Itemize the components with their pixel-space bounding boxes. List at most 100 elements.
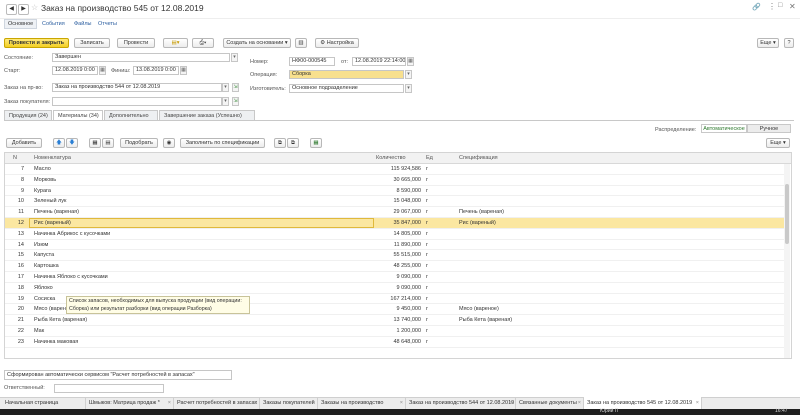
close-tab-icon[interactable]: × [312,397,315,409]
document-actions-button[interactable]: ▤▾ [163,38,188,48]
help-button[interactable]: ? [784,38,794,48]
operation-dropdown-icon[interactable]: ▾ [405,70,412,79]
number-field[interactable]: НФ00-000545 [289,57,335,66]
header-specification[interactable]: Спецификация [459,153,498,163]
production-order-open-icon[interactable]: ⇲ [232,83,239,92]
favorite-star-icon[interactable]: ☆ [31,3,38,12]
header-n[interactable]: N [13,153,17,163]
table-row[interactable]: 9 Курага 8 590,000 г [5,186,789,197]
table-row[interactable]: 16 Картошка 48 255,000 г [5,261,789,272]
forward-icon[interactable]: ▶ [18,4,29,15]
table-row[interactable]: 13 Начинка Абрикос с кусочками 14 805,000 г [5,229,789,240]
close-tab-icon[interactable]: × [400,397,403,409]
close-tab-icon[interactable]: × [696,397,699,409]
paste-button[interactable]: ⧉ [287,138,299,148]
production-order-field[interactable]: Заказ на производство 544 от 12.08.2019 [52,83,222,92]
nav-tab-files[interactable]: Файлы [74,21,91,27]
taskbar-tab[interactable]: Начальная страница [2,397,86,409]
tab-materials[interactable]: Материалы (34) [53,110,103,120]
table-scrollbar[interactable] [784,164,790,358]
from-calendar-icon[interactable]: ▦ [407,57,414,66]
table-row[interactable]: 21 Рыба Кета (вареная) 13 740,000 г Рыба Кет… [5,315,789,326]
pick-button[interactable]: Подобрать [120,138,158,148]
table-row[interactable]: 10 Зеленый лук 15 048,000 г [5,196,789,208]
taskbar-tab[interactable]: Заказы покупателей × [260,397,318,409]
view-button[interactable]: ◉ [163,138,175,148]
distribution-manual-toggle[interactable]: Ручное [747,124,791,133]
post-button[interactable]: Провести [117,38,155,48]
nav-tab-events[interactable]: События [42,21,65,27]
row-nomenclature: Курага [34,187,51,194]
tab-completion[interactable]: Завершение заказа (Успешно) [159,110,255,120]
move-up-button[interactable]: 🡅 [53,138,65,148]
close-icon[interactable]: ✕ [789,2,796,11]
table-row[interactable]: 7 Масло 115 924,586 г [5,164,789,175]
buyer-order-dropdown-icon[interactable]: ▾ [222,97,229,106]
report-button[interactable]: ▥ [295,38,307,48]
table-settings-button[interactable]: ▤ [102,138,114,148]
buyer-order-field[interactable] [52,97,222,106]
taskbar-tab[interactable]: Связанные документы × [516,397,584,409]
maker-dropdown-icon[interactable]: ▾ [405,84,412,93]
table-row[interactable]: 22 Мак 1 200,000 г [5,326,789,337]
settings-button[interactable]: ⚙ Настройка [315,38,359,48]
from-date-field[interactable]: 12.08.2019 22:14:00 [352,57,406,66]
nav-tab-reports[interactable]: Отчеты [98,21,117,27]
nav-tab-main[interactable]: Основное [4,19,38,29]
start-date-field[interactable]: 12.08.2019 0:00 [52,66,98,75]
table-more-button[interactable]: Еще ▾ [766,138,790,148]
comment-field[interactable]: Сформирован автоматически сервисом "Расч… [4,370,232,380]
eye-icon: ◉ [166,140,172,146]
table-row[interactable]: 15 Капуста 55 515,000 г [5,250,789,262]
taskbar-tab[interactable]: Заказы на производство × [318,397,406,409]
maker-field[interactable]: Основное подразделение [289,84,404,93]
post-and-close-button[interactable]: Провести и закрыть [4,38,69,48]
state-dropdown-icon[interactable]: ▾ [231,53,238,62]
close-tab-icon[interactable]: × [168,397,171,409]
close-tab-icon[interactable]: × [510,397,513,409]
operation-field[interactable]: Сборка [289,70,404,79]
taskbar-tab[interactable]: Расчет потребностей в запасах × [174,397,260,409]
scrollbar-thumb[interactable] [785,184,789,244]
close-tab-icon[interactable]: × [254,397,257,409]
finish-calendar-icon[interactable]: ▦ [180,66,187,75]
tab-additional[interactable]: Дополнительно [104,110,158,120]
distribution-auto-toggle[interactable]: Автоматическое [701,124,747,133]
start-calendar-icon[interactable]: ▦ [99,66,106,75]
table-row[interactable]: 11 Печень (вареная) 29 067,000 г Печень (вар… [5,207,789,218]
header-nomenclature[interactable]: Номенклатура [34,153,71,163]
state-field[interactable]: Завершен [52,53,230,62]
save-button[interactable]: Записать [74,38,110,48]
move-down-button[interactable]: 🡇 [66,138,78,148]
copy-button[interactable]: ⧉ [274,138,286,148]
header-quantity[interactable]: Количество [376,153,406,163]
create-based-button[interactable]: Создать на основании ▾ [223,38,291,48]
header-unit[interactable]: Ед [426,153,433,163]
responsible-field[interactable] [54,384,164,393]
tab-products[interactable]: Продукция (24) [4,110,52,120]
back-icon[interactable]: ◀ [6,4,17,15]
tray-user: Юрий П [600,408,619,414]
maximize-icon[interactable]: □ [778,2,782,9]
finish-date-field[interactable]: 13.08.2019 0:00 [133,66,179,75]
table-row[interactable]: 14 Изюм 11 890,000 г [5,240,789,251]
production-order-dropdown-icon[interactable]: ▾ [222,83,229,92]
link-icon[interactable]: 🔗 [752,3,761,11]
more-dots-icon[interactable]: ⋮ [768,2,776,11]
table-row[interactable]: 17 Начинка Яблоко с кусочками 9 090,000 г [5,272,789,283]
barcode-button[interactable]: ▦ [89,138,101,148]
fill-by-spec-button[interactable]: Заполнить по спецификации [180,138,265,148]
excel-button[interactable]: ▦ [310,138,322,148]
taskbar-tab[interactable]: Заказ на производство 544 от 12.08.2019 × [406,397,516,409]
table-row[interactable]: 12 Рис (вареный) 35 847,000 г Рис (вареный) [5,218,789,229]
table-row[interactable]: 8 Морковь 30 665,000 г [5,175,789,186]
taskbar-tab-label: Заказ на производство 545 от 12.08.2019 [587,400,693,406]
print-button[interactable]: ⎙▾ [192,38,214,48]
add-button[interactable]: Добавить [6,138,42,148]
table-row[interactable]: 18 Яблоко 9 090,000 г [5,283,789,294]
taskbar-tab[interactable]: Шмыков: Матрица продаж * × [86,397,174,409]
more-button[interactable]: Еще ▾ [757,38,779,48]
buyer-order-open-icon[interactable]: ⇲ [232,97,239,106]
table-row[interactable]: 23 Начинка маковая 48 648,000 г [5,337,789,348]
close-tab-icon[interactable]: × [578,397,581,409]
